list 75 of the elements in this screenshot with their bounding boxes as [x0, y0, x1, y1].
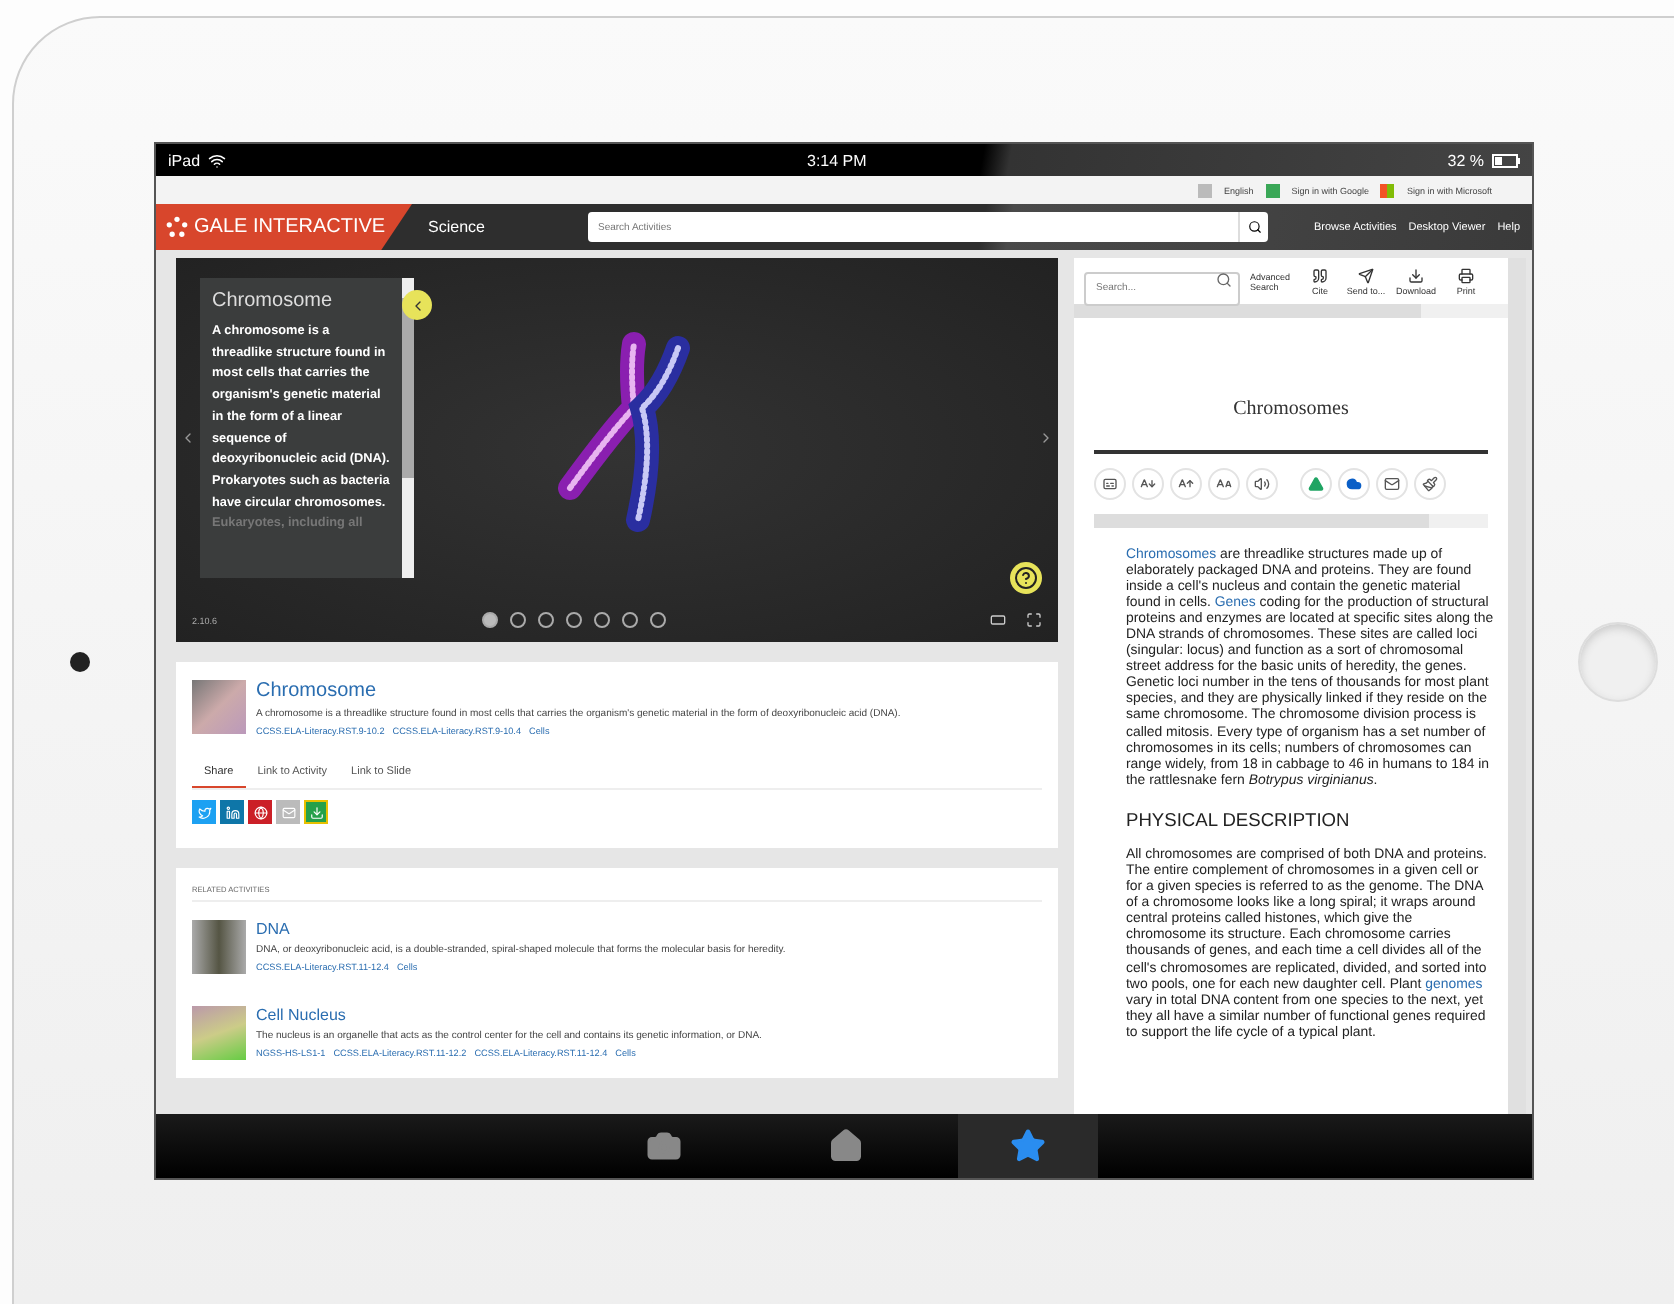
envelope-icon	[281, 805, 295, 819]
bird-icon	[197, 805, 211, 819]
highlight-button[interactable]	[1414, 467, 1446, 499]
listen-button[interactable]	[1246, 467, 1278, 499]
chevron-left-icon	[180, 430, 196, 446]
article-title: Chromosomes	[1231, 398, 1351, 420]
email-button[interactable]	[1376, 467, 1408, 499]
subject-title: Science	[428, 218, 487, 236]
clock-time: 3:14 PM	[807, 151, 867, 169]
slide-dot[interactable]	[481, 612, 498, 628]
cloud-button[interactable]	[1338, 467, 1370, 499]
activity-title-link[interactable]: DNA	[256, 920, 786, 938]
triangle-icon	[1308, 475, 1324, 491]
text-larger-icon	[1178, 475, 1194, 491]
font-size-icon	[1216, 475, 1232, 491]
download-icon	[309, 805, 323, 819]
slide-dot[interactable]	[649, 612, 666, 628]
search-icon	[1216, 272, 1232, 288]
fullscreen-icon	[1026, 612, 1042, 628]
widescreen-button[interactable]	[990, 612, 1006, 628]
logo[interactable]: GALE INTERACTIVE	[156, 204, 412, 250]
chevron-right-icon	[1038, 430, 1054, 446]
slide-dot[interactable]	[565, 612, 582, 628]
font-size-button[interactable]	[1208, 467, 1240, 499]
thumbnail-image	[192, 680, 246, 734]
home-icon	[828, 1128, 864, 1164]
globe-icon	[253, 805, 267, 819]
download-icon	[1408, 267, 1424, 283]
text-smaller-button[interactable]	[1132, 467, 1164, 499]
wifi-icon	[208, 151, 227, 169]
cloud-icon	[1346, 475, 1362, 491]
drive-button[interactable]	[1300, 467, 1332, 499]
fullscreen-button[interactable]	[1026, 612, 1042, 628]
help-button[interactable]	[1010, 562, 1042, 594]
caption-icon	[1102, 475, 1118, 491]
star-icon	[1010, 1128, 1046, 1164]
help-icon	[1014, 566, 1038, 590]
search-icon	[1247, 220, 1261, 234]
thumbnail-image	[192, 920, 246, 974]
favorites-tab[interactable]	[958, 1114, 1098, 1178]
slide-dot[interactable]	[621, 612, 638, 628]
slide-dot[interactable]	[593, 612, 610, 628]
captions-button[interactable]	[1094, 467, 1126, 499]
activity-title-link[interactable]: Cell Nucleus	[256, 1006, 762, 1024]
speaker-icon	[1254, 475, 1270, 491]
pinterest-share-button[interactable]	[248, 800, 272, 824]
print-icon	[1458, 267, 1474, 283]
scrollbar[interactable]	[402, 278, 414, 578]
quote-icon	[1312, 267, 1328, 283]
envelope-icon	[1384, 475, 1400, 491]
paintbrush-icon	[1422, 475, 1438, 491]
battery-icon	[1492, 153, 1521, 167]
windows-logo-icon	[1380, 183, 1395, 197]
search-button[interactable]	[1238, 212, 1268, 242]
scrollbar[interactable]	[1508, 258, 1526, 1114]
linkedin-share-button[interactable]	[220, 800, 244, 824]
slide-dot[interactable]	[537, 612, 554, 628]
section-heading: PHYSICAL DESCRIPTION	[1126, 809, 1352, 830]
text-smaller-icon	[1140, 475, 1156, 491]
camera-lens	[70, 651, 90, 671]
linkedin-icon	[225, 805, 239, 819]
thumbnail-image	[192, 1006, 246, 1060]
info-title: Chromosome	[212, 290, 335, 312]
slide-dot[interactable]	[509, 612, 526, 628]
classroom-share-button[interactable]	[304, 800, 328, 824]
rectangle-icon	[990, 612, 1006, 628]
activity-title-link[interactable]: Chromosome	[256, 680, 901, 702]
logo-mark-icon	[166, 216, 188, 238]
camera-icon	[646, 1128, 682, 1164]
collapse-button[interactable]	[402, 290, 432, 320]
text-larger-button[interactable]	[1170, 467, 1202, 499]
twitter-share-button[interactable]	[192, 800, 216, 824]
device-label: iPad	[168, 151, 201, 169]
battery-percent: 32 %	[1447, 151, 1485, 169]
send-icon	[1358, 267, 1374, 283]
